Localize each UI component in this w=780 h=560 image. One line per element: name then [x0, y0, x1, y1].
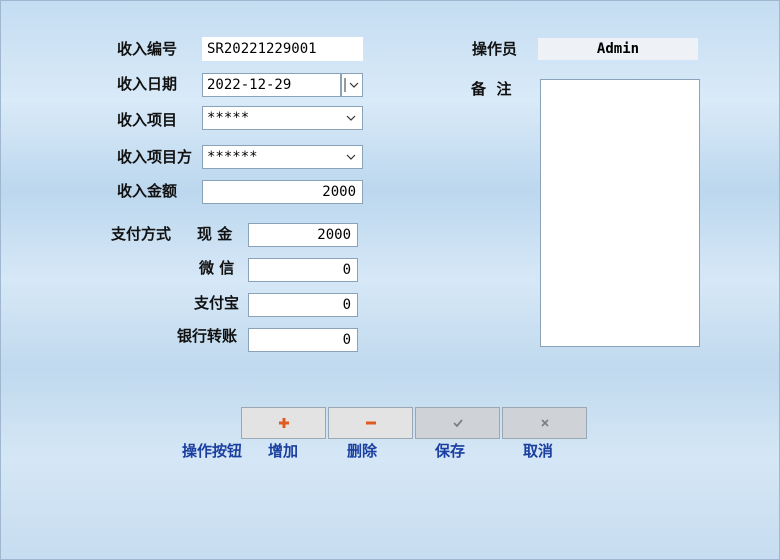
date-dropdown-button[interactable] [341, 73, 363, 97]
save-button-label: 保存 [435, 442, 466, 460]
alipay-label: 支付宝 [194, 294, 240, 312]
income-date-field[interactable]: 2022-12-29 [202, 73, 341, 97]
alipay-field[interactable]: 0 [248, 293, 358, 317]
cancel-button-label: 取消 [523, 442, 554, 460]
income-amount-field[interactable]: 2000 [202, 180, 363, 204]
bank-transfer-label: 银行转账 [177, 327, 238, 345]
chevron-down-icon [344, 78, 359, 92]
cash-field[interactable]: 2000 [248, 223, 358, 247]
add-button-label: 增加 [268, 442, 299, 460]
income-item-select[interactable]: ***** [202, 106, 363, 130]
add-button[interactable] [241, 407, 326, 439]
income-no-label: 收入编号 [117, 40, 178, 58]
bank-transfer-field[interactable]: 0 [248, 328, 358, 352]
minus-icon [365, 421, 376, 425]
remarks-label: 备 注 [471, 80, 512, 98]
plus-icon [278, 418, 289, 428]
x-icon [540, 419, 549, 427]
payment-method-label: 支付方式 [111, 225, 172, 243]
chevron-down-icon [346, 154, 356, 160]
wechat-field[interactable]: 0 [248, 258, 358, 282]
check-icon [452, 419, 463, 428]
income-party-select[interactable]: ****** [202, 145, 363, 169]
remarks-textarea[interactable] [540, 79, 700, 347]
income-item-value: ***** [207, 110, 250, 126]
income-party-label: 收入项目方 [117, 148, 193, 166]
operator-field: Admin [538, 38, 698, 60]
income-party-value: ****** [207, 149, 258, 165]
income-date-label: 收入日期 [117, 75, 178, 93]
operator-label: 操作员 [472, 40, 518, 58]
toolbar-title: 操作按钮 [182, 442, 243, 460]
cash-label: 现 金 [197, 225, 233, 243]
chevron-down-icon [346, 115, 356, 121]
income-no-field[interactable]: SR20221229001 [202, 37, 363, 61]
wechat-label: 微 信 [199, 259, 235, 277]
save-button[interactable] [415, 407, 500, 439]
cancel-button[interactable] [502, 407, 587, 439]
delete-button-label: 删除 [347, 442, 378, 460]
delete-button[interactable] [328, 407, 413, 439]
income-amount-label: 收入金额 [117, 182, 178, 200]
income-item-label: 收入项目 [117, 111, 178, 129]
